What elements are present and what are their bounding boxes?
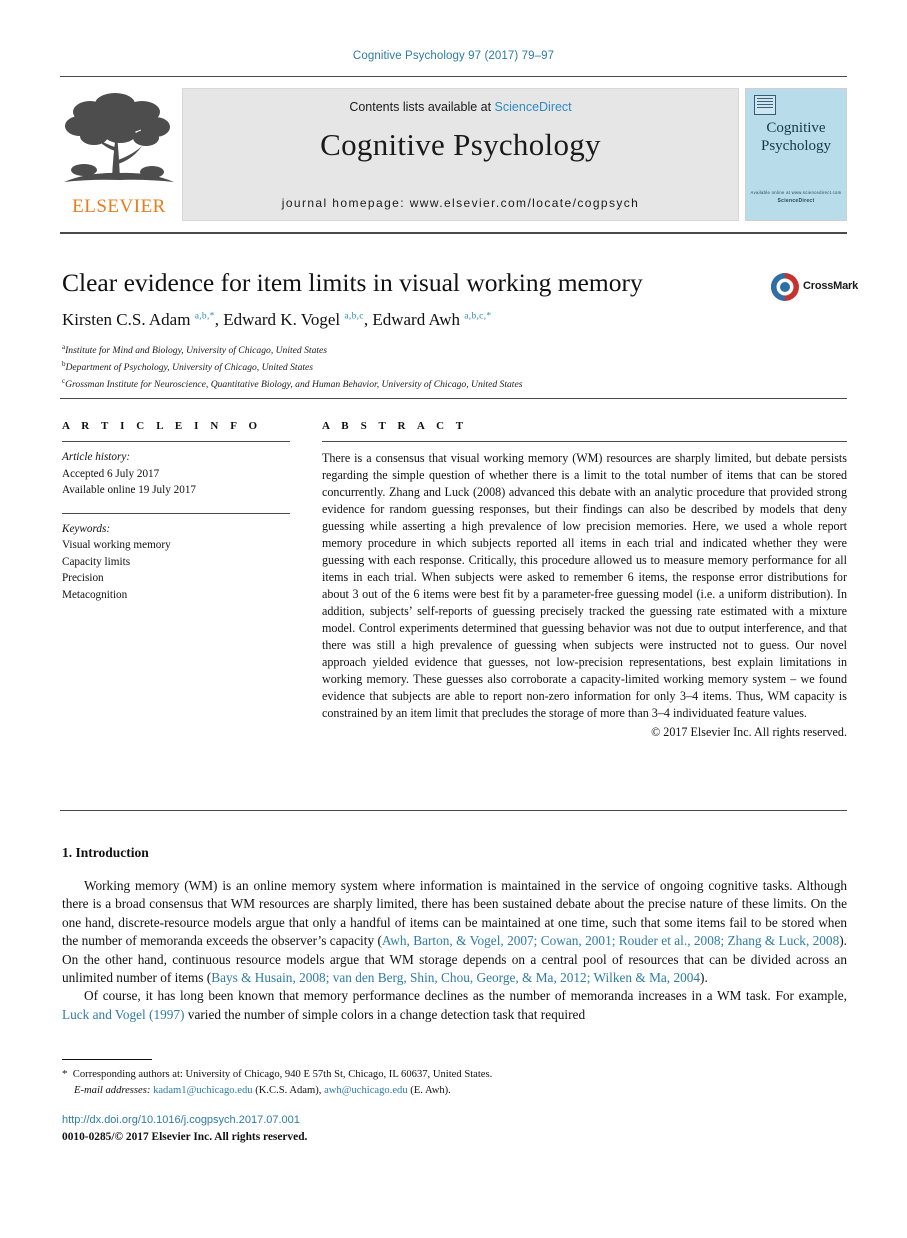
article-info-column: A R T I C L E I N F O Article history: A… bbox=[62, 420, 290, 604]
crossmark-badge[interactable]: CrossMark bbox=[770, 272, 860, 310]
keywords-block: Keywords: Visual working memory Capacity… bbox=[62, 521, 290, 604]
masthead-divider bbox=[60, 232, 847, 234]
affiliation-text-b: Department of Psychology, University of … bbox=[65, 361, 314, 373]
crossmark-icon bbox=[771, 273, 799, 301]
crossmark-label: CrossMark bbox=[803, 280, 859, 292]
cover-title-line2: Psychology bbox=[760, 138, 831, 155]
footnote-divider bbox=[62, 1059, 152, 1061]
article-history-block: Article history: Accepted 6 July 2017 Av… bbox=[62, 449, 290, 499]
affiliation-list: aInstitute for Mind and Biology, Univers… bbox=[62, 342, 822, 392]
email-addresses-note[interactable]: E-mail addresses: kadam1@uchicago.edu (K… bbox=[62, 1083, 847, 1099]
keyword-item: Capacity limits bbox=[62, 555, 131, 568]
affiliation-a: aInstitute for Mind and Biology, Univers… bbox=[62, 342, 822, 359]
journal-cover-thumbnail[interactable]: Cognitive Psychology Available online at… bbox=[745, 88, 847, 221]
section-heading-introduction: 1. Introduction bbox=[62, 845, 149, 860]
keywords-label: Keywords: bbox=[62, 522, 111, 535]
affiliation-text-a: Institute for Mind and Biology, Universi… bbox=[65, 345, 328, 357]
cover-footer-line2: ScienceDirect bbox=[777, 197, 815, 204]
header-divider bbox=[60, 76, 847, 77]
elsevier-logo: ELSEVIER bbox=[60, 90, 178, 222]
authors-divider bbox=[60, 398, 847, 399]
cover-footer: Available online at www.sciencedirect.co… bbox=[746, 189, 846, 206]
journal-masthead: ELSEVIER Contents lists available at Sci… bbox=[60, 88, 847, 222]
author-list: Kirsten C.S. Adam a,b,*, Edward K. Vogel… bbox=[62, 310, 492, 329]
keywords-rule bbox=[62, 512, 290, 514]
body-paragraph-2: Of course, it has long been known that m… bbox=[62, 988, 847, 1022]
contents-prefix: Contents lists available at bbox=[349, 100, 495, 114]
running-head: Cognitive Psychology 97 (2017) 79–97 bbox=[352, 50, 555, 62]
affiliation-b: bDepartment of Psychology, University of… bbox=[62, 359, 822, 376]
body-text: Working memory (WM) is an online memory … bbox=[62, 877, 847, 1024]
abstract-heading: A B S T R A C T bbox=[322, 420, 468, 432]
cover-publisher-mark bbox=[754, 95, 776, 115]
article-history-label: Article history: bbox=[62, 451, 131, 463]
body-paragraph-1: Working memory (WM) is an online memory … bbox=[62, 878, 847, 986]
keyword-item: Metacognition bbox=[62, 589, 128, 602]
contents-line: Contents lists available at ScienceDirec… bbox=[183, 100, 738, 114]
corresponding-author-note: * Corresponding authors at: University o… bbox=[62, 1068, 493, 1080]
footnote-block: * Corresponding authors at: University o… bbox=[62, 1066, 847, 1100]
article-history-online: Available online 19 July 2017 bbox=[62, 484, 197, 497]
keyword-item: Visual working memory bbox=[62, 539, 171, 552]
affiliation-text-c: Grossman Institute for Neuroscience, Qua… bbox=[65, 378, 523, 390]
journal-homepage[interactable]: journal homepage: www.elsevier.com/locat… bbox=[183, 196, 738, 210]
journal-band: Contents lists available at ScienceDirec… bbox=[182, 88, 739, 221]
abstract-copyright: © 2017 Elsevier Inc. All rights reserved… bbox=[651, 724, 847, 739]
footer-block: http://dx.doi.org/10.1016/j.cogpsych.201… bbox=[62, 1112, 562, 1146]
page-title: Clear evidence for item limits in visual… bbox=[62, 268, 643, 297]
issn-copyright: 0010-0285/© 2017 Elsevier Inc. All right… bbox=[62, 1130, 308, 1143]
journal-title: Cognitive Psychology bbox=[320, 127, 601, 162]
abstract-bottom-divider bbox=[60, 810, 847, 811]
abstract-text: There is a consensus that visual working… bbox=[322, 451, 847, 720]
abstract-column: A B S T R A C T There is a consensus tha… bbox=[322, 420, 847, 740]
cover-footer-line1: Available online at www.sciencedirect.co… bbox=[750, 189, 842, 195]
elsevier-wordmark: ELSEVIER bbox=[72, 196, 166, 217]
sciencedirect-link[interactable]: ScienceDirect bbox=[495, 100, 572, 114]
keyword-item: Precision bbox=[62, 572, 104, 585]
article-info-heading: A R T I C L E I N F O bbox=[62, 420, 262, 432]
article-page: Cognitive Psychology 97 (2017) 79–97 ELS… bbox=[0, 0, 907, 1238]
cover-title-line1: Cognitive bbox=[766, 120, 826, 136]
article-info-rule bbox=[62, 441, 290, 442]
article-history-accepted: Accepted 6 July 2017 bbox=[62, 467, 160, 480]
doi-link[interactable]: http://dx.doi.org/10.1016/j.cogpsych.201… bbox=[62, 1112, 562, 1129]
cover-title: Cognitive Psychology bbox=[746, 119, 846, 156]
affiliation-c: cGrossman Institute for Neuroscience, Qu… bbox=[62, 376, 822, 393]
abstract-rule bbox=[322, 441, 847, 442]
